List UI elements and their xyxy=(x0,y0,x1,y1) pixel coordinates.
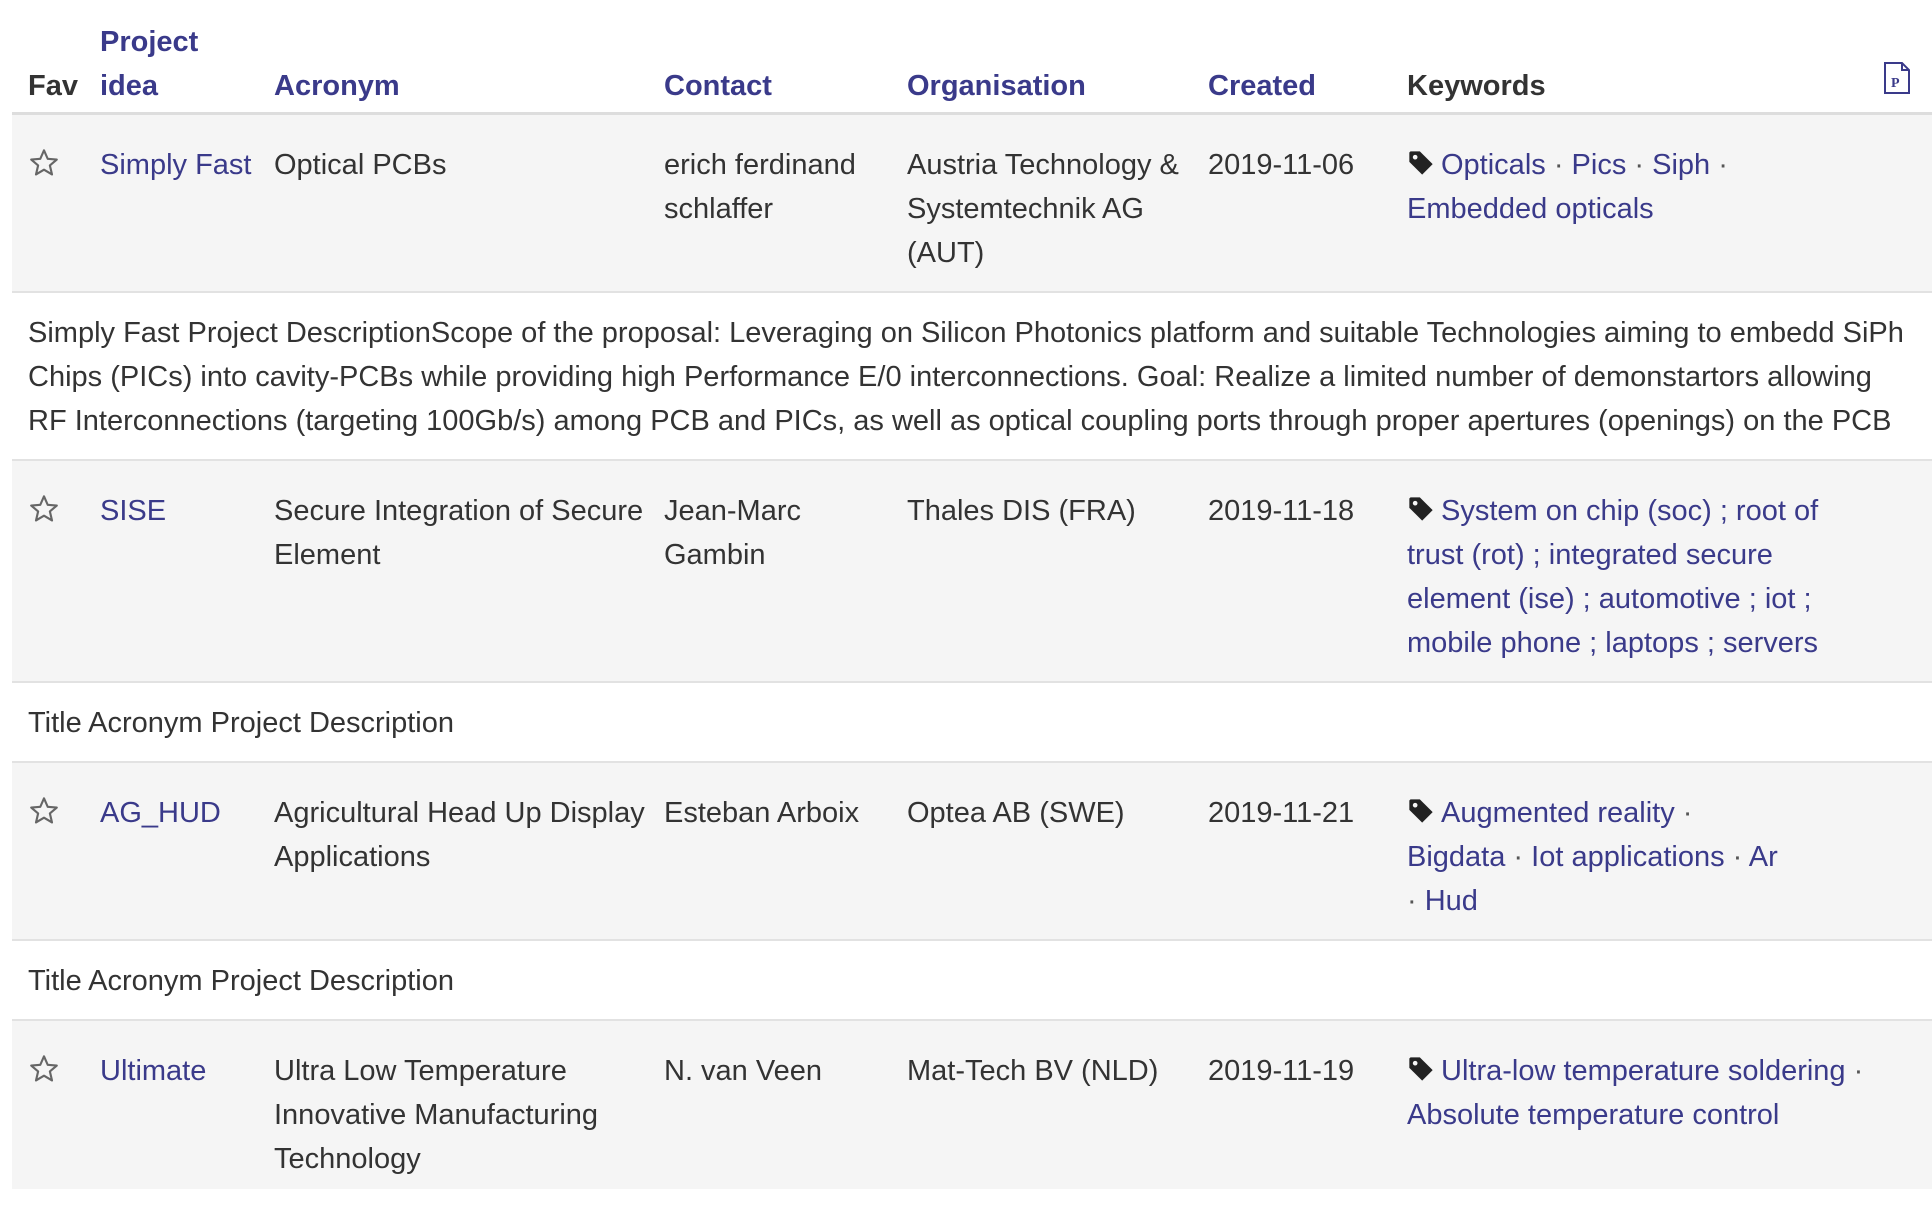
project-idea-column-header[interactable]: Project idea xyxy=(100,0,274,115)
keyword-link[interactable]: Absolute temperature control xyxy=(1407,1099,1779,1131)
star-outline-icon[interactable] xyxy=(28,1053,60,1085)
created-cell: 2019-11-21 xyxy=(1208,762,1407,940)
svg-text:P: P xyxy=(1891,76,1900,91)
project-idea-link[interactable]: Simply Fast xyxy=(100,149,251,181)
project-idea-cell: Simply Fast xyxy=(100,113,274,292)
table-row: Ultimate Ultra Low Temperature Innovativ… xyxy=(12,1020,1932,1189)
keyword-separator: · xyxy=(1710,149,1728,181)
keyword-separator: · xyxy=(1724,841,1749,873)
contact-cell: Esteban Arboix xyxy=(664,762,907,940)
acronym-column-header[interactable]: Acronym xyxy=(274,0,664,115)
keyword-separator: · xyxy=(1545,149,1572,181)
project-idea-cell: AG_HUD xyxy=(100,762,274,940)
project-description: Title Acronym Project Description xyxy=(12,681,1932,763)
keyword-link[interactable]: System on chip (soc) ; root of trust (ro… xyxy=(1407,495,1818,659)
keyword-separator: · xyxy=(1626,149,1653,181)
keywords-cell: Ultra-low temperature soldering · Absolu… xyxy=(1407,1020,1932,1189)
keyword-link[interactable]: Pics xyxy=(1572,149,1627,181)
pdf-file-icon[interactable]: P xyxy=(1882,61,1912,95)
description-row: Title Acronym Project Description xyxy=(12,681,1932,763)
project-ideas-table: Fav Project idea Acronym Contact Organisa… xyxy=(12,0,1932,1189)
description-row: Title Acronym Project Description xyxy=(12,939,1932,1021)
project-idea-link[interactable]: Ultimate xyxy=(100,1055,206,1087)
fav-cell xyxy=(12,762,100,940)
organisation-cell: Austria Technology & Systemtechnik AG (A… xyxy=(907,113,1208,292)
keywords-cell: System on chip (soc) ; root of trust (ro… xyxy=(1407,460,1932,682)
keywords-cell: Opticals · Pics · Siph · Embedded optica… xyxy=(1407,113,1932,292)
keyword-link[interactable]: Opticals xyxy=(1441,149,1546,181)
keyword-link[interactable]: Augmented reality xyxy=(1441,797,1675,829)
organisation-cell: Thales DIS (FRA) xyxy=(907,460,1208,682)
acronym-cell: Optical PCBs xyxy=(274,113,664,292)
created-cell: 2019-11-06 xyxy=(1208,113,1407,292)
project-idea-link[interactable]: AG_HUD xyxy=(100,797,221,829)
fav-column-header: Fav xyxy=(12,0,100,115)
star-outline-icon[interactable] xyxy=(28,147,60,179)
project-idea-cell: Ultimate xyxy=(100,1020,274,1189)
star-outline-icon[interactable] xyxy=(28,795,60,827)
keywords-column-header: Keywords xyxy=(1407,0,1847,115)
keyword-link[interactable]: Iot applications xyxy=(1531,841,1724,873)
contact-cell: erich ferdinand schlaffer xyxy=(664,113,907,292)
acronym-cell: Secure Integration of Secure Element xyxy=(274,460,664,682)
tag-icon xyxy=(1409,151,1433,176)
project-description: Title Acronym Project Description xyxy=(12,939,1932,1021)
fav-cell xyxy=(12,1020,100,1189)
star-outline-icon[interactable] xyxy=(28,493,60,525)
keyword-link[interactable]: Ultra-low temperature soldering xyxy=(1441,1055,1846,1087)
keyword-separator: · xyxy=(1674,797,1693,829)
table-header-row: Fav Project idea Acronym Contact Organisa… xyxy=(12,0,1932,115)
keyword-separator: · xyxy=(1845,1055,1864,1087)
keyword-link[interactable]: Ar xyxy=(1749,841,1778,873)
table-row: AG_HUD Agricultural Head Up Display Appl… xyxy=(12,762,1932,940)
organisation-column-header[interactable]: Organisation xyxy=(907,0,1208,115)
acronym-cell: Agricultural Head Up Display Application… xyxy=(274,762,664,940)
tag-icon xyxy=(1409,1057,1433,1082)
keyword-separator: · xyxy=(1505,841,1532,873)
keyword-link[interactable]: Hud xyxy=(1425,885,1478,917)
table-row: SISE Secure Integration of Secure Elemen… xyxy=(12,460,1932,682)
created-cell: 2019-11-18 xyxy=(1208,460,1407,682)
fav-cell xyxy=(12,460,100,682)
tag-icon xyxy=(1409,497,1433,522)
keyword-link[interactable]: Siph xyxy=(1652,149,1710,181)
contact-cell: Jean-Marc Gambin xyxy=(664,460,907,682)
created-cell: 2019-11-19 xyxy=(1208,1020,1407,1189)
project-ideas-page: Fav Project idea Acronym Contact Organisa… xyxy=(0,0,1932,1228)
fav-cell xyxy=(12,113,100,292)
description-row: Simply Fast Project DescriptionScope of … xyxy=(12,291,1932,461)
contact-cell: N. van Veen xyxy=(664,1020,907,1189)
keyword-separator: · xyxy=(1407,885,1425,917)
project-idea-link[interactable]: SISE xyxy=(100,495,166,527)
acronym-cell: Ultra Low Temperature Innovative Manufac… xyxy=(274,1020,664,1189)
tag-icon xyxy=(1409,799,1433,824)
pdf-export-header[interactable]: P xyxy=(1847,0,1932,115)
organisation-cell: Optea AB (SWE) xyxy=(907,762,1208,940)
keyword-link[interactable]: Embedded opticals xyxy=(1407,193,1654,225)
project-idea-cell: SISE xyxy=(100,460,274,682)
keyword-link[interactable]: Bigdata xyxy=(1407,841,1505,873)
created-column-header[interactable]: Created xyxy=(1208,0,1407,115)
organisation-cell: Mat-Tech BV (NLD) xyxy=(907,1020,1208,1189)
table-row: Simply Fast Optical PCBs erich ferdinand… xyxy=(12,113,1932,292)
contact-column-header[interactable]: Contact xyxy=(664,0,907,115)
keywords-cell: Augmented reality · Bigdata · Iot applic… xyxy=(1407,762,1932,940)
project-description: Simply Fast Project DescriptionScope of … xyxy=(12,291,1932,461)
